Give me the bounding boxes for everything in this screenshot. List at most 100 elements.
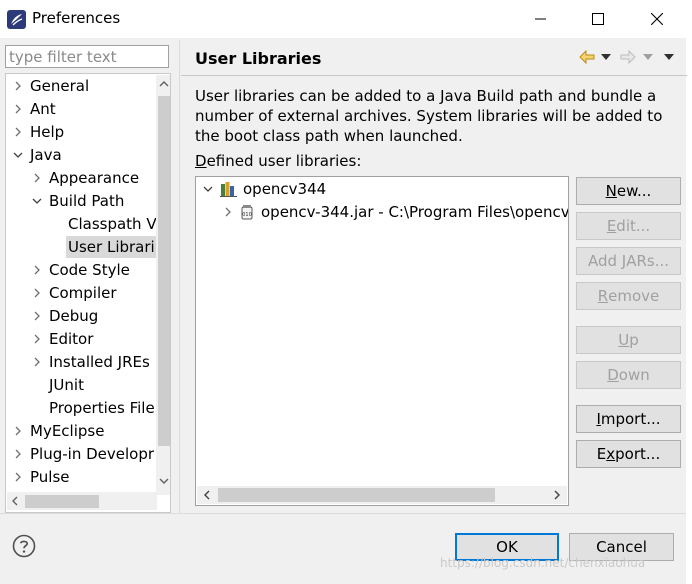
chevron-right-icon[interactable] xyxy=(31,259,43,281)
tree-item-label: MyEclipse xyxy=(30,422,105,440)
minimize-icon xyxy=(535,18,546,20)
libraries-horizontal-scrollbar[interactable] xyxy=(197,486,567,504)
filter-box[interactable] xyxy=(5,45,169,68)
chevron-right-icon[interactable] xyxy=(31,167,43,189)
tree-item-label: Appearance xyxy=(49,169,140,187)
window-title: Preferences xyxy=(32,9,121,27)
tree-item-label: Classpath V xyxy=(68,215,157,233)
chevron-right-icon[interactable] xyxy=(12,75,24,97)
tree-item-label: Code Style xyxy=(49,261,130,279)
chevron-right-icon[interactable] xyxy=(31,305,43,327)
scroll-left-icon[interactable] xyxy=(11,496,19,506)
jar-label: opencv-344.jar - C:\Program Files\opencv… xyxy=(261,203,569,221)
maximize-button[interactable] xyxy=(575,0,621,38)
chevron-down-icon[interactable] xyxy=(202,178,214,200)
import-button[interactable]: Import... xyxy=(576,405,681,433)
pane-divider[interactable] xyxy=(179,40,180,513)
remove-button[interactable]: Remove xyxy=(576,282,681,310)
back-history-dropdown-icon[interactable] xyxy=(601,54,611,60)
button-label: Add xyxy=(587,252,622,270)
chevron-right-icon[interactable] xyxy=(12,443,24,465)
chevron-right-icon[interactable] xyxy=(12,121,24,143)
button-label: ew... xyxy=(616,182,652,200)
chevron-right-icon[interactable] xyxy=(31,328,43,350)
scroll-down-icon[interactable] xyxy=(159,477,169,485)
tree-item-label: Compiler xyxy=(49,284,117,302)
bottom-separator xyxy=(0,513,686,514)
button-label: E xyxy=(596,445,607,463)
minimize-button[interactable] xyxy=(518,0,564,38)
tree-item-label: Build Path xyxy=(49,192,125,210)
tree-item-label: Plug-in Developr xyxy=(30,445,155,463)
tree-item-label: Editor xyxy=(49,330,94,348)
button-label: port... xyxy=(615,445,661,463)
close-icon xyxy=(651,13,663,25)
tree-item-label: Properties File xyxy=(49,399,155,417)
tree-item-label: Installed JREs xyxy=(49,353,150,371)
chevron-right-icon[interactable] xyxy=(12,98,24,120)
chevron-right-icon[interactable] xyxy=(31,351,43,373)
tree-item-label: Help xyxy=(30,123,65,141)
chevron-down-icon[interactable] xyxy=(31,190,43,212)
button-mnemonic: R xyxy=(597,287,609,305)
scroll-left-icon[interactable] xyxy=(203,490,211,500)
filter-input[interactable] xyxy=(9,47,163,67)
tree-item-label: User Librari xyxy=(66,236,157,258)
button-label: own xyxy=(618,366,650,384)
header-separator xyxy=(181,75,687,76)
button-mnemonic: U xyxy=(618,331,630,349)
scroll-up-icon[interactable] xyxy=(159,80,169,88)
add-jars-button[interactable]: Add J ARs... xyxy=(576,247,681,275)
tree-horizontal-thumb[interactable] xyxy=(25,495,99,508)
chevron-right-icon[interactable] xyxy=(31,282,43,304)
tree-item-label: Debug xyxy=(49,307,99,325)
chevron-down-icon[interactable] xyxy=(12,144,24,166)
button-mnemonic: x xyxy=(606,445,616,463)
title-bar: Preferences xyxy=(0,0,692,38)
library-icon xyxy=(220,182,237,197)
chevron-right-icon[interactable] xyxy=(222,201,234,223)
view-menu-icon[interactable] xyxy=(664,54,674,60)
button-mnemonic: D xyxy=(607,366,619,384)
page-title: User Libraries xyxy=(195,49,322,68)
page-description: User libraries can be added to a Java Bu… xyxy=(195,87,663,145)
tree-horizontal-scrollbar[interactable] xyxy=(7,492,157,510)
tree-item-label: JUnit xyxy=(49,376,84,394)
button-label: dit... xyxy=(616,217,651,235)
window-edge xyxy=(686,38,692,584)
button-mnemonic: N xyxy=(605,182,617,200)
help-icon[interactable] xyxy=(12,534,36,558)
watermark: https://blog.csdn.net/chenxiaohua xyxy=(440,556,646,570)
back-arrow-icon[interactable] xyxy=(579,50,595,64)
maximize-icon xyxy=(592,13,604,25)
button-label: p xyxy=(629,331,639,349)
chevron-right-icon[interactable] xyxy=(12,420,24,442)
library-label: opencv344 xyxy=(243,180,327,198)
close-button[interactable] xyxy=(634,0,680,38)
tree-item-label: General xyxy=(30,77,90,95)
label-text: efined user libraries: xyxy=(206,152,362,170)
tree-item-label: Ant xyxy=(30,100,56,118)
svg-text:010: 010 xyxy=(242,212,252,218)
scroll-right-icon[interactable] xyxy=(553,490,561,500)
export-button[interactable]: Ex port... xyxy=(576,440,681,468)
preference-tree[interactable]: General Ant Help Java Appearance Build Path Cl… xyxy=(5,73,171,513)
chevron-right-icon[interactable] xyxy=(12,466,24,488)
forward-arrow-icon[interactable] xyxy=(620,50,636,64)
button-label: emove xyxy=(608,287,660,305)
tree-vertical-thumb[interactable] xyxy=(158,96,170,446)
edit-button[interactable]: Edit... xyxy=(576,212,681,240)
eclipse-logo-icon xyxy=(7,10,26,29)
button-mnemonic: E xyxy=(606,217,617,235)
new-button[interactable]: New... xyxy=(576,177,681,205)
libraries-horizontal-thumb[interactable] xyxy=(218,488,495,502)
tree-vertical-scrollbar[interactable] xyxy=(156,75,170,495)
down-button[interactable]: Down xyxy=(576,361,681,389)
mnemonic: D xyxy=(195,152,207,170)
button-label: ARs... xyxy=(626,252,670,270)
jar-icon: 010 xyxy=(241,205,253,220)
user-libraries-tree[interactable]: opencv344 010 opencv-344.jar - C:\Progra… xyxy=(195,176,569,506)
up-button[interactable]: Up xyxy=(576,326,681,354)
tree-item-label: Java xyxy=(30,146,62,164)
forward-history-dropdown-icon[interactable] xyxy=(643,54,653,60)
